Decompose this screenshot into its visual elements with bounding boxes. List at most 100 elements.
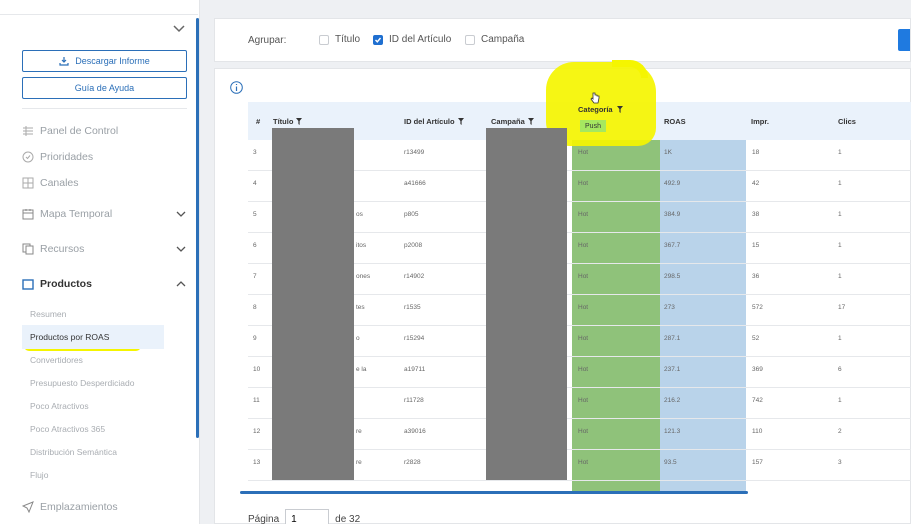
grid-icon	[22, 177, 34, 189]
sidebar-item-label: Recursos	[40, 243, 85, 255]
sidebar-item-dashboard[interactable]: Panel de Control	[22, 125, 187, 137]
header-label: Título	[273, 117, 294, 126]
sidebar-subitem-products-by-roas[interactable]: Productos por ROAS	[22, 325, 164, 349]
column-header-category[interactable]: Categoría	[578, 105, 623, 114]
table-cell-n: 4	[253, 180, 257, 187]
group-by-item-id-checkbox[interactable]: ID del Artículo	[373, 34, 451, 45]
table-cell-n: 10	[253, 366, 261, 373]
filter-icon[interactable]	[616, 106, 623, 113]
filter-icon[interactable]	[296, 118, 303, 125]
priority-icon	[22, 151, 34, 163]
header-label: Impr.	[751, 117, 769, 126]
filter-icon[interactable]	[527, 118, 534, 125]
sidebar-item-time-map[interactable]: Mapa Temporal	[22, 208, 187, 220]
checkbox-box[interactable]	[373, 34, 383, 45]
category-filter-chip[interactable]: Push	[580, 120, 606, 132]
sidebar-divider	[0, 14, 198, 15]
table-cell-cat: Hot	[578, 428, 589, 435]
table-cell-clicks: 1	[838, 180, 842, 187]
table-cell-clicks: 3	[838, 459, 842, 466]
table-cell-title-tail: re	[356, 459, 362, 466]
table-cell-roas: 287.1	[664, 335, 681, 342]
check-icon	[375, 37, 382, 43]
table-cell-impr: 15	[752, 242, 760, 249]
table-cell-title-tail: itos	[356, 242, 367, 249]
sidebar-subitem-unattractive[interactable]: Poco Atractivos	[30, 401, 89, 411]
header-label: ROAS	[664, 117, 686, 126]
table-cell-clicks: 1	[838, 242, 842, 249]
folder-icon	[22, 278, 34, 290]
sidebar-subitem-flow[interactable]: Flujo	[30, 470, 48, 480]
sidebar-item-placements[interactable]: Emplazamientos	[22, 501, 187, 513]
redacted-campaign-column	[486, 128, 567, 480]
column-header-title[interactable]: Título	[273, 117, 303, 126]
table-cell-id: p2008	[404, 242, 423, 249]
download-report-button[interactable]: Descargar Informe	[22, 50, 187, 72]
column-header-clicks[interactable]: Clics	[838, 117, 856, 126]
page-number-input[interactable]	[285, 509, 330, 524]
table-cell-id: a19711	[404, 366, 426, 373]
sidebar-item-resources[interactable]: Recursos	[22, 243, 187, 255]
table-cell-cat: Hot	[578, 273, 589, 280]
chevron-up-icon	[176, 281, 186, 287]
table-cell-impr: 110	[752, 428, 763, 435]
checkbox-box[interactable]	[465, 34, 475, 45]
table-cell-impr: 157	[752, 459, 763, 466]
grouping-panel: Agrupar: Título ID del Artículo Campaña	[214, 18, 911, 62]
filter-icon[interactable]	[457, 118, 464, 125]
table-cell-id: r13499	[404, 149, 425, 156]
table-cell-roas: 384.9	[664, 211, 681, 218]
sidebar-item-products[interactable]: Productos	[22, 278, 187, 290]
column-header-campaign[interactable]: Campaña	[491, 117, 534, 126]
sidebar-item-channels[interactable]: Canales	[22, 177, 187, 189]
sidebar-scrollbar[interactable]	[196, 18, 199, 438]
table-cell-roas: 93.5	[664, 459, 677, 466]
table-cell-roas: 1K	[664, 149, 672, 156]
table-cell-cat: Hot	[578, 211, 589, 218]
table-cell-id: a41666	[404, 180, 426, 187]
annotation-highlight-tail	[612, 60, 648, 78]
primary-action-button[interactable]	[898, 29, 910, 51]
group-by-campaign-checkbox[interactable]: Campaña	[465, 34, 524, 45]
column-header-number: #	[256, 117, 260, 126]
table-cell-cat: Hot	[578, 397, 589, 404]
table-cell-clicks: 1	[838, 397, 842, 404]
copy-icon	[22, 243, 34, 255]
sidebar-subitem-wasted-budget[interactable]: Presupuesto Desperdiciado	[30, 378, 134, 388]
table-cell-cat: Hot	[578, 459, 589, 466]
info-icon[interactable]	[230, 81, 243, 94]
checkbox-label: ID del Artículo	[389, 34, 452, 45]
column-header-impressions[interactable]: Impr.	[751, 117, 769, 126]
help-guide-button[interactable]: Guía de Ayuda	[22, 77, 187, 99]
table-cell-roas: 237.1	[664, 366, 681, 373]
sidebar-item-label: Productos	[40, 278, 92, 290]
table-cell-impr: 742	[752, 397, 763, 404]
sidebar-subitem-unattractive-365[interactable]: Poco Atractivos 365	[30, 424, 105, 434]
column-header-item-id[interactable]: ID del Artículo	[404, 117, 464, 126]
table-cell-id: r1535	[404, 304, 421, 311]
column-header-roas[interactable]: ROAS	[664, 117, 686, 126]
redacted-title-column	[272, 128, 354, 480]
sidebar-subitem-semantic-distribution[interactable]: Distribución Semántica	[30, 447, 117, 457]
header-label: Clics	[838, 117, 856, 126]
table-cell-roas: 216.2	[664, 397, 681, 404]
sidebar-subitem-converters[interactable]: Convertidores	[30, 355, 83, 365]
header-label: #	[256, 117, 261, 126]
table-cell-n: 9	[253, 335, 257, 342]
table-cell-title-tail: re	[356, 428, 362, 435]
help-guide-label: Guía de Ayuda	[74, 83, 135, 93]
table-cell-clicks: 1	[838, 211, 842, 218]
checkbox-box[interactable]	[319, 34, 329, 45]
horizontal-scrollbar[interactable]	[240, 491, 748, 494]
table-cell-title-tail: tes	[356, 304, 365, 311]
table-cell-impr: 38	[752, 211, 760, 218]
sidebar-item-label: Panel de Control	[40, 125, 119, 137]
chevron-down-icon[interactable]	[172, 24, 186, 34]
table-cell-clicks: 6	[838, 366, 842, 373]
sidebar-subitem-summary[interactable]: Resumen	[30, 309, 66, 319]
sidebar-item-priorities[interactable]: Prioridades	[22, 151, 187, 163]
table-cell-roas: 273	[664, 304, 675, 311]
group-by-title-checkbox[interactable]: Título	[319, 34, 360, 45]
table-cell-impr: 36	[752, 273, 760, 280]
page-total: de 32	[335, 513, 361, 524]
